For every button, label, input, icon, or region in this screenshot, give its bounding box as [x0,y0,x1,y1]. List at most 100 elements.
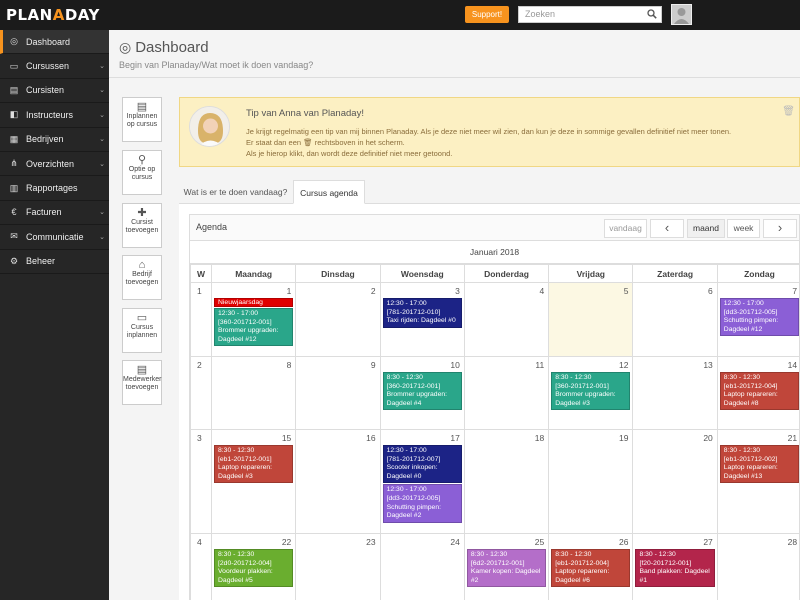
sidebar-item-instructeurs[interactable]: ◧ Instructeurs ⌄ [0,103,109,128]
today-button[interactable]: vandaag [604,219,647,238]
search-input[interactable]: Zoeken [518,6,662,23]
day-cell[interactable]: 8 [210,356,297,430]
day-cell[interactable]: 22 8:30 - 12:30 [2d0-201712-004] Voordeur p… [210,533,297,600]
day-cell[interactable]: 24 [379,533,465,600]
quick-action-button[interactable]: ▤ Inplannen op cursus [122,97,162,142]
calendar-event[interactable]: 12:30 - 17:00 [dd3-201712-005] Schutting p… [719,298,800,337]
calendar-title: Agenda [196,222,228,232]
calendar-event[interactable]: 12:30 - 17:00 [360-201712-001] Brommer upg… [214,308,294,347]
calendar: Agenda vandaag ‹ maand week › Januari 20… [189,214,800,600]
day-cell[interactable]: 27 8:30 - 12:30 [f20-201712-001] Band plakk… [632,533,718,600]
calendar-event[interactable]: 12:30 - 17:00 [781-201712-007] Scooter ink… [382,445,462,484]
event-code: [6d2-201712-001] [470,559,525,567]
divider [109,77,800,78]
quick-action-button[interactable]: ⚲ Optie op cursus [122,150,162,195]
day-cell[interactable]: 17 12:30 - 17:00 [781-201712-007] Scooter i… [379,429,465,534]
event-code: [781-201712-007] [386,455,441,463]
event-code: [dd3-201712-005] [723,308,778,316]
quick-action-label: Optie op [128,166,156,173]
bar-chart-icon: ▥ [9,182,19,193]
day-cell[interactable]: 21 8:30 - 12:30 [eb1-201712-002] Laptop rep… [716,429,800,534]
calendar-event[interactable]: 8:30 - 12:30 [2d0-201712-004] Voordeur pla… [214,549,294,588]
sidebar-item-beheer[interactable]: ⚙ Beheer [0,250,109,274]
sidebar-item-overzichten[interactable]: ⋔ Overzichten ⌄ [0,152,109,177]
sidebar-item-bedrijven[interactable]: ▦ Bedrijven ⌄ [0,128,109,152]
event-title: Scooter inkopen: Dagdeel #0 [386,464,438,480]
day-cell[interactable]: 11 [463,356,550,430]
day-number: 16 [366,433,376,443]
next-button[interactable]: › [763,219,797,238]
quick-action-button[interactable]: ⌂ Bedrijf toevoegen [122,255,162,300]
calendar-event[interactable]: 8:30 - 12:30 [360-201712-001] Brommer upgr… [551,372,631,411]
calendar-event[interactable]: 8:30 - 12:30 [6d2-201712-001] Kamer kopen:… [466,549,547,588]
tab-course-agenda[interactable]: Cursus agenda [293,180,365,204]
event-time: 8:30 - 12:30 [470,551,508,558]
sidebar-item-facturen[interactable]: € Facturen ⌄ [0,201,109,226]
day-cell[interactable]: 1 Nieuwjaarsdag 12:30 - 17:00 [360-201712-0… [210,282,297,357]
quick-action-button[interactable]: ✚ Cursist toevoegen [122,203,162,248]
calendar-event[interactable]: 8:30 - 12:30 [eb1-201712-001] Laptop repar… [214,445,294,484]
day-cell[interactable]: 18 [463,429,550,534]
month-view-button[interactable]: maand [687,219,725,238]
sidebar-item-cursisten[interactable]: ▤ Cursisten ⌄ [0,79,109,104]
search-icon[interactable] [647,9,657,24]
day-cell[interactable]: 10 8:30 - 12:30 [360-201712-001] Brommer up… [379,356,465,430]
day-cell[interactable]: 25 8:30 - 12:30 [6d2-201712-001] Kamer kope… [463,533,550,600]
chevron-down-icon: ⌄ [99,63,105,71]
day-number: 2 [370,286,376,296]
sidebar-item-label: Overzichten [26,158,75,169]
day-cell[interactable]: 2 [295,282,381,357]
holiday-event[interactable]: Nieuwjaarsdag [214,298,294,307]
day-cell[interactable]: 20 [632,429,718,534]
quick-action-button[interactable]: ▭ Cursus inplannen [122,308,162,353]
event-code: [781-201712-010] [386,308,441,316]
page-subtitle: Begin van Planaday/Wat moet ik doen vand… [119,60,314,70]
calendar-event[interactable]: 8:30 - 12:30 [eb1-201712-004] Laptop repar… [719,372,800,411]
tab-todo-today[interactable]: Wat is er te doen vandaag? [179,180,292,204]
day-cell[interactable]: 14 8:30 - 12:30 [eb1-201712-004] Laptop rep… [716,356,800,430]
calendar-event[interactable]: 12:30 - 17:00 [781-201712-010] Taxi rijden… [382,298,462,328]
day-cell[interactable]: 5 [548,282,634,357]
day-number: 12 [619,360,629,370]
week-view-button[interactable]: week [727,219,760,238]
day-cell[interactable]: 19 [548,429,634,534]
chevron-down-icon: ⌄ [99,160,105,168]
sidebar-item-rapportages[interactable]: ▥ Rapportages [0,176,109,201]
day-cell[interactable]: 12 8:30 - 12:30 [360-201712-001] Brommer up… [548,356,634,430]
sidebar-item-cursussen[interactable]: ▭ Cursussen ⌄ [0,54,109,79]
day-cell[interactable]: 26 8:30 - 12:30 [eb1-201712-004] Laptop rep… [548,533,634,600]
cogs-icon: ⚙ [9,255,19,266]
day-cell[interactable]: 16 [295,429,381,534]
day-cell[interactable]: 9 [295,356,381,430]
day-cell[interactable]: 4 [463,282,550,357]
support-button[interactable]: Support! [465,6,509,23]
week-number: 3 [190,429,212,534]
tip-title: Tip van Anna van Planaday! [246,108,364,119]
day-cell[interactable]: 6 [632,282,718,357]
day-cell[interactable]: 28 [716,533,800,600]
sidebar-item-communicatie[interactable]: ✉ Communicatie ⌄ [0,225,109,250]
day-cell[interactable]: 7 12:30 - 17:00 [dd3-201712-005] Schutting … [716,282,800,357]
calendar-event[interactable]: 8:30 - 12:30 [eb1-201712-002] Laptop repar… [719,445,800,484]
calendar-event[interactable]: 8:30 - 12:30 [360-201712-001] Brommer upgr… [382,372,462,411]
calendar-event[interactable]: 8:30 - 12:30 [f20-201712-001] Band plakken… [635,549,715,588]
day-number: 18 [534,433,545,443]
day-cell[interactable]: 3 12:30 - 17:00 [781-201712-010] Taxi rijde… [379,282,465,357]
day-cell[interactable]: 23 [295,533,381,600]
quick-action-button[interactable]: ▤ Medewerker toevoegen [122,360,162,405]
user-avatar[interactable] [671,4,692,25]
day-number: 4 [539,286,545,296]
day-cell[interactable]: 15 8:30 - 12:30 [eb1-201712-001] Laptop rep… [210,429,297,534]
day-cell[interactable]: 13 [632,356,718,430]
dashboard-icon: ◎ [10,36,18,47]
quick-action-label: Cursus [130,324,154,331]
calendar-event[interactable]: 8:30 - 12:30 [eb1-201712-004] Laptop repar… [551,549,631,588]
sidebar-item-label: Bedrijven [26,134,64,145]
event-title: Brommer upgraden: Dagdeel #12 [218,327,279,343]
planaday-logo[interactable]: PLANADAY [6,6,100,24]
prev-button[interactable]: ‹ [650,219,684,238]
trash-icon[interactable]: 🗑 [782,106,795,117]
euro-icon: € [11,207,17,218]
calendar-event[interactable]: 12:30 - 17:00 [dd3-201712-005] Schutting p… [382,484,462,523]
sidebar-item-dashboard[interactable]: ◎ Dashboard [0,30,109,55]
